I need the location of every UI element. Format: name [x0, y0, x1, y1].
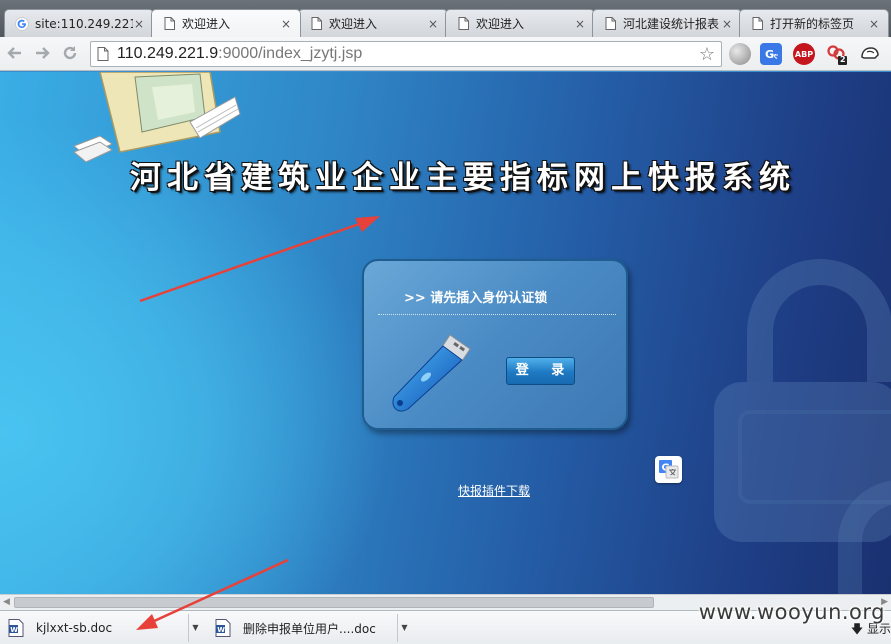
insert-key-prompt: >> 请先插入身份认证锁 [404, 291, 548, 306]
page-icon [97, 47, 109, 61]
chevron-down-icon[interactable]: ▼ [397, 614, 411, 642]
reload-icon[interactable] [60, 44, 80, 64]
tab-title: 欢迎进入 [329, 17, 378, 31]
page-content: 河北省建筑业企业主要指标网上快报系统 >> 请先插入身份认证锁 登 录 快报插件… [0, 72, 891, 594]
chevron-down-icon[interactable]: ▼ [188, 614, 202, 642]
download-filename: 删除申报单位用户....doc [243, 621, 376, 636]
page-icon [456, 17, 470, 31]
tab-title: 河北建设统计报表 [623, 17, 720, 31]
show-all-label: 显示 [866, 622, 891, 636]
tab-title: 欢迎进入 [182, 17, 231, 31]
plugin-download-link[interactable]: 快报插件下载 [458, 482, 530, 499]
address-url: 110.249.221.9:9000/index_jzytj.jsp [117, 45, 363, 62]
download-arrow-icon: 🡇 [850, 622, 864, 636]
extension-chain-icon[interactable]: 2 [826, 43, 848, 65]
close-icon[interactable]: × [868, 17, 880, 31]
tab-title: site:110.249.221 [35, 16, 133, 31]
padlock-watermark-icon [714, 259, 891, 594]
bookmark-star-icon[interactable]: ☆ [699, 44, 715, 65]
close-icon[interactable]: × [133, 17, 145, 31]
back-icon[interactable] [5, 44, 25, 64]
svg-text:W: W [217, 626, 225, 634]
close-icon[interactable]: × [280, 17, 292, 31]
google-translate-icon[interactable]: G [760, 43, 782, 65]
extension-globe-icon[interactable] [729, 43, 751, 65]
scrollbar-thumb[interactable] [14, 597, 654, 608]
download-filename: kjlxxt-sb.doc [36, 621, 113, 635]
tab-welcome-2[interactable]: 欢迎进入 × [298, 9, 448, 37]
tab-welcome-3[interactable]: 欢迎进入 × [445, 9, 595, 37]
tab-hebei-stats[interactable]: 河北建设统计报表 × [592, 9, 742, 37]
watermark: www.wooyun.org [698, 600, 885, 624]
close-icon[interactable]: × [574, 17, 586, 31]
extension-helmet-icon[interactable] [859, 43, 881, 65]
close-icon[interactable]: × [427, 17, 439, 31]
scroll-left-icon[interactable]: ◀ [3, 597, 10, 607]
extension-badge-count: 2 [840, 55, 846, 64]
download-item[interactable]: W 删除申报单位用户....doc [215, 614, 376, 642]
forward-icon[interactable] [32, 44, 52, 64]
svg-text:G: G [765, 48, 774, 61]
google-g-icon [15, 16, 29, 31]
tab-strip: site:110.249.221 × 欢迎进入 × 欢迎进入 × 欢迎进入 × … [0, 0, 891, 37]
page-icon [309, 17, 323, 31]
word-doc-icon: W [215, 619, 231, 637]
tab-title: 欢迎进入 [476, 17, 525, 31]
svg-text:W: W [10, 626, 18, 634]
address-bar[interactable]: 110.249.221.9:9000/index_jzytj.jsp ☆ [90, 41, 722, 67]
tab-welcome-active[interactable]: 欢迎进入 × [151, 9, 301, 37]
word-doc-icon: W [8, 619, 24, 637]
google-translate-icon[interactable]: G [655, 456, 682, 483]
usb-key-icon [392, 334, 471, 412]
tab-google-search[interactable]: site:110.249.221 × [4, 9, 154, 37]
page-title: 河北省建筑业企业主要指标网上快报系统 [130, 160, 796, 196]
close-icon[interactable]: × [721, 17, 733, 31]
tab-new-tab[interactable]: 打开新的标签页 × [739, 9, 889, 37]
page-icon [750, 17, 764, 31]
panel-divider [378, 314, 616, 315]
login-panel: >> 请先插入身份认证锁 登 录 [362, 259, 628, 430]
download-item[interactable]: W kjlxxt-sb.doc [8, 614, 112, 642]
page-icon [603, 17, 617, 31]
login-button[interactable]: 登 录 [506, 357, 575, 385]
page-icon [162, 17, 176, 31]
adblock-plus-icon[interactable]: ABP [793, 43, 815, 65]
tab-title: 打开新的标签页 [770, 17, 855, 31]
browser-toolbar: 110.249.221.9:9000/index_jzytj.jsp ☆ G A… [0, 37, 891, 71]
